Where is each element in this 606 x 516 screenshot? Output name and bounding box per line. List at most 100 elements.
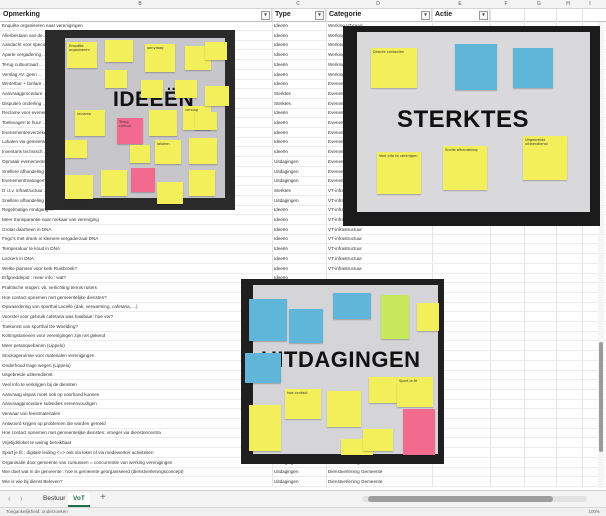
table-row[interactable]: Wie doet wat in de gemeente : hoe is gem…: [0, 468, 606, 478]
cell-opmerking[interactable]: Opwaardering van sporthal Lacelle (dak, …: [0, 303, 272, 311]
cell-type[interactable]: Ideeën: [272, 206, 326, 214]
cell-type[interactable]: Ideeën: [272, 80, 326, 88]
header-type[interactable]: Type ▾: [272, 9, 326, 21]
cell-opmerking[interactable]: Wie is wie bij dienst Beleven?: [0, 478, 272, 486]
cell-type[interactable]: Uitdagingen: [272, 158, 326, 166]
cell-type[interactable]: Ideeën: [272, 22, 326, 30]
cell-type[interactable]: Ideeën: [272, 41, 326, 49]
cell-type[interactable]: Ideeën: [272, 148, 326, 156]
cell-opmerking[interactable]: Praktische vragen: vb. verlichting tenni…: [0, 284, 272, 292]
cell-categorie[interactable]: Dienstverlening Gemeente: [326, 468, 432, 476]
cell-type[interactable]: Ideeën: [272, 265, 326, 273]
cell-opmerking[interactable]: Toekomst van sporthal De Woelding?: [0, 323, 272, 331]
table-row[interactable]: Welke plannen voor kerk Ruisbroek? Ideeën…: [0, 265, 606, 274]
table-row[interactable]: Temperatuur te koud in DNA Ideeën VT-infra…: [0, 245, 606, 255]
column-letter-c[interactable]: C: [272, 0, 324, 8]
cell-type[interactable]: Ideeën: [272, 119, 326, 127]
cell-type[interactable]: Ideeën: [272, 129, 326, 137]
cell-categorie[interactable]: VT-infrastructuur: [326, 255, 432, 263]
sheet-prev-icon[interactable]: ‹: [8, 494, 11, 503]
cell-opmerking[interactable]: Sport je fit : digitale leiding <=> ook …: [0, 449, 272, 457]
cell-categorie[interactable]: Dienstverlening Gemeente: [326, 478, 432, 486]
cell-opmerking[interactable]: Frigo's met drank in kleinere vergaderza…: [0, 235, 272, 243]
cell-opmerking[interactable]: Meer petanquebanen (Lippelo): [0, 342, 272, 350]
cell-type[interactable]: Sterktes: [272, 100, 326, 108]
cell-opmerking[interactable]: Aanvraag vispas moet ook op voorhand kun…: [0, 391, 272, 399]
header-opmerking[interactable]: Opmerking ▾: [0, 9, 272, 21]
photo-ideeen[interactable]: IDEEËN Enquête organiseren aanvraag reclam…: [45, 30, 235, 210]
column-letter-i[interactable]: I: [582, 0, 598, 8]
cell-opmerking[interactable]: Hoe contact opnemen met gemeentelijke di…: [0, 429, 272, 437]
filter-dropdown-icon[interactable]: ▾: [479, 11, 488, 20]
cell-opmerking[interactable]: Aanvraagprocedure subsidies vereenvoudig…: [0, 400, 272, 408]
cell-categorie[interactable]: VT-infrastructuur: [326, 245, 432, 253]
cell-type[interactable]: Uitdagingen: [272, 177, 326, 185]
cell-opmerking[interactable]: Grotar daarheen in DNA: [0, 226, 272, 234]
cell-type[interactable]: Uitdagingen: [272, 168, 326, 176]
horizontal-scrollbar-thumb[interactable]: [368, 496, 553, 502]
cell-categorie[interactable]: VT-infrastructuur: [326, 265, 432, 273]
cell-opmerking[interactable]: Lockers in DNA: [0, 255, 272, 263]
cell-type[interactable]: Ideeën: [272, 255, 326, 263]
horizontal-scrollbar[interactable]: [362, 496, 587, 502]
filter-dropdown-icon[interactable]: ▾: [261, 11, 270, 20]
cell-type[interactable]: Uitdagingen: [272, 478, 326, 486]
cell-opmerking[interactable]: Antwoord krijgen op problemen die worden…: [0, 420, 272, 428]
filter-dropdown-icon[interactable]: ▾: [315, 11, 324, 20]
table-row[interactable]: Frigo's met drank in kleinere vergaderza…: [0, 235, 606, 245]
add-sheet-icon[interactable]: +: [100, 492, 106, 503]
column-letter-b[interactable]: B: [60, 0, 220, 8]
cell-type[interactable]: Sterktes: [272, 187, 326, 195]
cell-type[interactable]: Ideeën: [272, 71, 326, 79]
header-categorie[interactable]: Categorie ▾: [326, 9, 432, 21]
cell-opmerking[interactable]: Temperatuur te koud in DNA: [0, 245, 272, 253]
column-letter-d[interactable]: D: [326, 0, 430, 8]
cell-opmerking[interactable]: Organisatie door gemeente van cursussen …: [0, 459, 272, 467]
photo-uitdagingen[interactable]: UITDAGINGEN hoe contact Sport je fit: [241, 279, 444, 464]
cell-type[interactable]: Ideeën: [272, 226, 326, 234]
cell-type[interactable]: Sterktes: [272, 90, 326, 98]
column-letter-f[interactable]: F: [490, 0, 522, 8]
cell-opmerking[interactable]: Kortingstarieven voor verenigingen zijn …: [0, 332, 272, 340]
cell-type[interactable]: Ideeën: [272, 61, 326, 69]
sticky-note: [417, 303, 439, 331]
cell-opmerking[interactable]: Onderhoud trage wegen (Lippelo): [0, 362, 272, 370]
tab-vot[interactable]: VoT: [68, 493, 90, 507]
cell-type[interactable]: Ideeën: [272, 216, 326, 224]
column-letter-h[interactable]: H: [556, 0, 580, 8]
cell-type[interactable]: Ideeën: [272, 235, 326, 243]
sticky-note: aanvraag: [145, 44, 175, 72]
cell-opmerking[interactable]: Vrijetijdsloket te weinig bereikbaar: [0, 439, 272, 447]
cell-opmerking[interactable]: Wie doet wat in de gemeente : hoe is gem…: [0, 468, 272, 476]
cell-opmerking[interactable]: Voorstel voor gebruik cafetaria was haal…: [0, 313, 272, 321]
table-row[interactable]: Grotar daarheen in DNA Ideeën VT-infrastru…: [0, 226, 606, 235]
vertical-scrollbar-thumb[interactable]: [599, 342, 603, 452]
cell-opmerking[interactable]: Meer transparantie naar mekaar van veren…: [0, 216, 272, 224]
cell-opmerking[interactable]: Enquête organiseren naar verenigingen: [0, 22, 272, 30]
column-letter-e[interactable]: E: [432, 0, 488, 8]
cell-type[interactable]: Uitdagingen: [272, 197, 326, 205]
sheet-next-icon[interactable]: ›: [20, 494, 23, 503]
cell-opmerking[interactable]: Veel info te verkrijgen bij de diensten: [0, 381, 272, 389]
cell-type[interactable]: Ideeën: [272, 32, 326, 40]
photo-sterktes[interactable]: STERKTES Directe contacten Veel info te v…: [343, 26, 600, 226]
cell-type[interactable]: Ideeën: [272, 245, 326, 253]
cell-opmerking[interactable]: Erfgoeddepot : meer info : wat?: [0, 274, 272, 282]
table-row[interactable]: Lockers in DNA Ideeën VT-infrastructuur: [0, 255, 606, 264]
header-actie[interactable]: Actie ▾: [432, 9, 490, 21]
tab-bestuur[interactable]: Bestuur: [38, 493, 70, 505]
table-row[interactable]: Wie is wie bij dienst Beleven? Uitdaginge…: [0, 478, 606, 487]
cell-opmerking[interactable]: Verwaar van feestmaterialen: [0, 410, 272, 418]
cell-opmerking[interactable]: Welke plannen voor kerk Ruisbroek?: [0, 265, 272, 273]
filter-dropdown-icon[interactable]: ▾: [421, 11, 430, 20]
cell-opmerking[interactable]: Stockageruimte voor materialen verenigin…: [0, 352, 272, 360]
cell-opmerking[interactable]: Uitgebreide uitleendienst: [0, 371, 272, 379]
cell-type[interactable]: Uitdagingen: [272, 468, 326, 476]
cell-type[interactable]: Ideeën: [272, 138, 326, 146]
cell-categorie[interactable]: VT-infrastructuur: [326, 235, 432, 243]
cell-categorie[interactable]: VT-infrastructuur: [326, 226, 432, 234]
column-letter-g[interactable]: G: [524, 0, 554, 8]
cell-type[interactable]: Ideeën: [272, 109, 326, 117]
cell-type[interactable]: Ideeën: [272, 51, 326, 59]
cell-opmerking[interactable]: Hoe contact opnemen met gemeentelijke di…: [0, 294, 272, 302]
